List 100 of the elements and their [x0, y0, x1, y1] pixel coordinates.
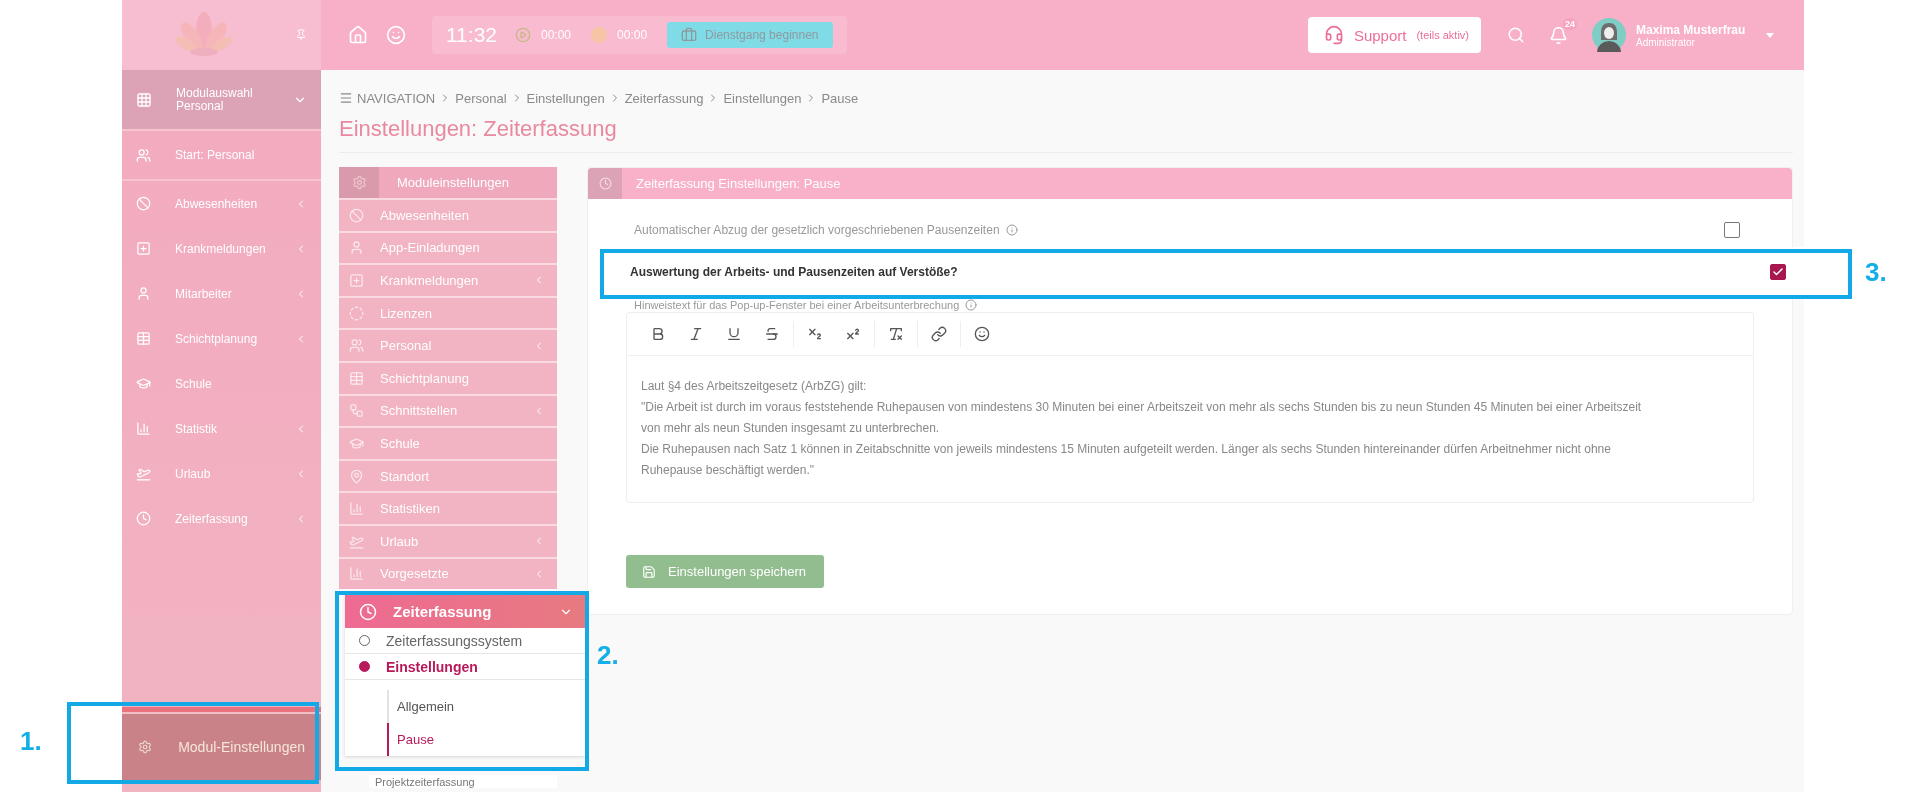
bar-chart-icon: [349, 566, 364, 582]
menu-icon: [339, 91, 353, 105]
support-button[interactable]: Support (teils aktiv): [1307, 17, 1481, 53]
italic-icon: [688, 326, 704, 342]
plane-icon: [136, 466, 151, 481]
settings-menu-item[interactable]: Schichtplanung: [339, 360, 557, 394]
menu-item-label: Urlaub: [380, 533, 420, 549]
emoji-icon: [974, 326, 990, 342]
checkbox[interactable]: [1770, 263, 1786, 280]
info-icon: [965, 299, 978, 311]
breadcrumb-link[interactable]: Einstellungen: [723, 90, 802, 106]
strikethrough-icon: [764, 326, 780, 342]
sidebar-item[interactable]: Schichtplanung: [122, 316, 321, 361]
settings-menu-item[interactable]: Standort: [339, 458, 557, 492]
underline-icon: [726, 326, 742, 342]
sidebar-item[interactable]: Urlaub: [122, 451, 321, 496]
breadcrumb-link[interactable]: Zeiterfassung: [624, 90, 704, 106]
breadcrumb-link[interactable]: Einstellungen: [526, 90, 605, 106]
medical-cross-icon: [136, 241, 151, 256]
menu-item-label: Schule: [380, 435, 421, 451]
sidebar-item[interactable]: Abwesenheiten: [122, 181, 321, 226]
gear-icon: [351, 175, 367, 190]
graduation-cap-icon: [349, 435, 364, 451]
start-duty-button[interactable]: Dienstgang beginnen: [667, 22, 833, 48]
people-icon: [136, 147, 151, 163]
checkbox[interactable]: [1724, 222, 1740, 238]
sidebar-item[interactable]: Krankmeldungen: [122, 226, 321, 271]
callout-number: 1.: [20, 726, 42, 757]
table-icon: [349, 370, 364, 386]
workflow-icon: [349, 403, 364, 419]
settings-menu-item[interactable]: Statistiken: [339, 491, 557, 524]
save-button[interactable]: Einstellungen speichern: [626, 555, 824, 588]
clock-icon: [136, 511, 151, 526]
settings-menu-item[interactable]: Schnittstellen: [339, 393, 557, 427]
medical-cross-icon: [349, 273, 364, 288]
timer-value: 00:00: [541, 28, 572, 42]
subscript-icon: [807, 326, 823, 342]
graduation-cap-icon: [136, 376, 151, 391]
module-switcher[interactable]: Modulauswahl Personal: [122, 70, 321, 129]
sidebar-item-label: Krankmeldungen: [175, 241, 267, 256]
submenu-item[interactable]: Einstellungen: [345, 654, 585, 681]
settings-menu-item[interactable]: Urlaub: [339, 523, 557, 557]
superscript-icon: [845, 326, 861, 342]
menu-item-label: Zeiterfassung: [393, 603, 493, 621]
menu-item-label: Abwesenheiten: [380, 207, 470, 223]
settings-menu-item[interactable]: Krankmeldungen: [339, 263, 557, 296]
page-title: Einstellungen: Zeiterfassung: [339, 116, 1793, 153]
settings-menu-item[interactable]: Personal: [339, 328, 557, 361]
play-circle-icon: [515, 27, 531, 43]
clock-icon: [359, 602, 377, 621]
sidebar-item-label: Schichtplanung: [175, 331, 259, 346]
map-pin-icon: [349, 468, 364, 484]
sidebar-item[interactable]: Zeiterfassung: [122, 496, 321, 541]
grid-icon: [136, 91, 152, 108]
sidebar-item-label: Schule: [175, 376, 213, 391]
settings-menu-item[interactable]: App-Einladungen: [339, 230, 557, 264]
table-icon: [136, 331, 151, 346]
settings-menu-item[interactable]: Lizenzen: [339, 295, 557, 329]
sidebar-item[interactable]: Schule: [122, 361, 321, 406]
module-settings-item[interactable]: Modul-Einstellungen: [122, 714, 321, 780]
notification-count: 24: [1563, 17, 1577, 30]
sidebar-item-label: Statistik: [175, 421, 218, 436]
breadcrumb-link[interactable]: NAVIGATION: [357, 90, 436, 106]
check-icon: [1772, 265, 1784, 278]
settings-menu-item[interactable]: Schule: [339, 426, 557, 459]
menu-item-label: Schichtplanung: [380, 370, 470, 386]
sidebar-item[interactable]: Mitarbeiter: [122, 271, 321, 316]
callout-number: 2.: [597, 640, 619, 671]
sidebar-item-label: Abwesenheiten: [175, 196, 259, 211]
editor-text: Laut §4 des Arbeitszeitgesetz (ArbZG) gilt: "Die Arbeit ist durch im voraus feststehende Ruhepausen von mindestens 30 Minuten bei einer Arbeitszeit von mehr als sechs Stunden bis zu neun Stunden 45 Minuten bei einer Arbeitszeit von mehr als neun Stunden insgesamt zu unterbrechen. Die Ruhepausen nach Satz 1 können in Zeitabschnitte von jeweils mindestens 15 Minuten aufgeteilt werden. Länger als sechs Stunden hintereinander dürfen Arbeitnehmer nicht ohne Ruhepause beschäftigt werden.": [640, 378, 1643, 479]
settings-menu-item[interactable]: Abwesenheiten: [339, 198, 557, 231]
panel-title: Zeiterfassung Einstellungen: Pause: [636, 176, 841, 191]
option-label: Auswertung der Arbeits- und Pausenzeiten auf Verstöße?: [630, 264, 958, 279]
submenu-link[interactable]: Pause: [387, 723, 585, 757]
submenu-link[interactable]: Allgemein: [387, 690, 585, 724]
submenu-label: Einstellungen: [386, 658, 478, 675]
user-role: Administrator: [1636, 36, 1696, 48]
menu-title: Moduleinstellungen: [396, 174, 511, 192]
module-subtitle: Personal: [176, 99, 225, 113]
person-icon: [349, 240, 364, 256]
editor-label: Hinweistext für das Pop-up-Fenster bei einer Arbeitsunterbrechung: [634, 299, 960, 311]
clock-time: 11:32: [446, 23, 497, 47]
submenu-item[interactable]: Zeiterfassungssystem: [345, 628, 585, 655]
breadcrumb-link[interactable]: Personal: [455, 90, 507, 106]
menu-item-label: Lizenzen: [380, 305, 434, 321]
menu-item-label: Statistiken: [380, 501, 441, 517]
settings-menu-item[interactable]: Zeiterfassung: [345, 595, 585, 629]
option-label: Automatischer Abzug der gesetzlich vorgeschriebenen Pausenzeiten: [634, 223, 1000, 237]
bold-icon: [650, 326, 666, 342]
callout-number: 3.: [1865, 257, 1887, 288]
user-avatar[interactable]: [1592, 18, 1626, 52]
timer-value: 00:00: [617, 28, 648, 42]
bar-chart-icon: [136, 421, 151, 436]
breadcrumb-link[interactable]: Pause: [821, 90, 859, 106]
bar-chart-icon: [349, 501, 364, 517]
dashed-circle-icon: [349, 305, 364, 321]
sidebar-item[interactable]: Statistik: [122, 406, 321, 451]
settings-menu-item[interactable]: Vorgesetzte: [339, 556, 557, 590]
menu-item-label: Standort: [380, 468, 431, 484]
sidebar-item-label: Urlaub: [175, 466, 212, 481]
